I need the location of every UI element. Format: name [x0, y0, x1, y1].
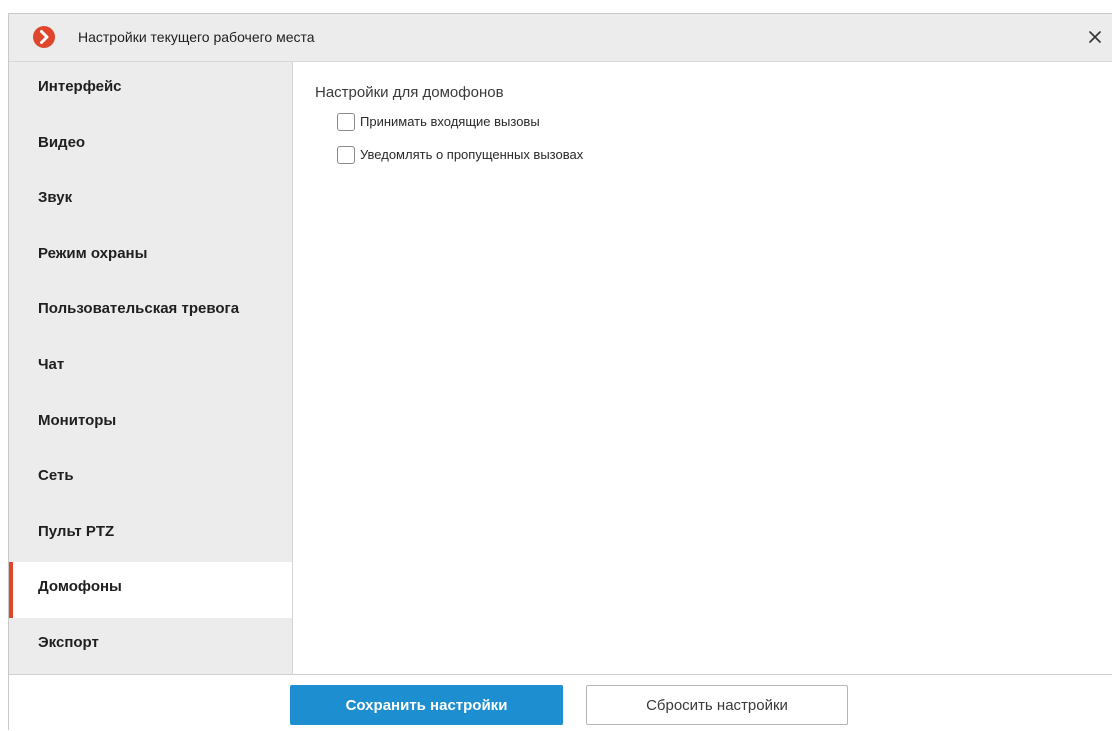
sidebar-item-label: Экспорт — [38, 633, 99, 651]
sidebar-item-video[interactable]: Видео — [9, 118, 292, 174]
sidebar-item-intercoms[interactable]: Домофоны — [9, 562, 292, 618]
sidebar-item-chat[interactable]: Чат — [9, 340, 292, 396]
accept-incoming-calls-checkbox[interactable] — [337, 113, 355, 131]
sidebar-item-security-mode[interactable]: Режим охраны — [9, 229, 292, 285]
sidebar-item-label: Пользовательская тревога — [38, 300, 240, 318]
title-bar: Настройки текущего рабочего места — [9, 14, 1112, 62]
save-settings-button[interactable]: Сохранить настройки — [290, 685, 563, 725]
sidebar-item-label: Видео — [38, 133, 86, 151]
window-title: Настройки текущего рабочего места — [78, 29, 315, 45]
settings-content: Настройки для домофонов Принимать входящ… — [293, 62, 1112, 674]
checkbox-label: Уведомлять о пропущенных вызовах — [360, 147, 584, 162]
sidebar-item-export[interactable]: Экспорт — [9, 618, 292, 674]
notify-missed-calls-checkbox[interactable] — [337, 146, 355, 164]
sidebar-item-network[interactable]: Сеть — [9, 451, 292, 507]
sidebar-item-label: Чат — [38, 355, 65, 373]
settings-dialog: Настройки текущего рабочего места Интерф… — [8, 13, 1112, 731]
dialog-footer: Сохранить настройки Сбросить настройки — [9, 674, 1112, 731]
section-title: Настройки для домофонов — [315, 84, 504, 101]
app-logo-icon — [32, 25, 56, 49]
close-icon — [1089, 31, 1101, 43]
sidebar-item-label: Домофоны — [38, 578, 122, 596]
sidebar-item-label: Режим охраны — [38, 244, 148, 262]
sidebar-item-sound[interactable]: Звук — [9, 173, 292, 229]
sidebar-item-ptz[interactable]: Пульт PTZ — [9, 507, 292, 563]
accept-incoming-calls-option[interactable]: Принимать входящие вызовы — [337, 113, 540, 131]
settings-sidebar: Интерфейс Видео Звук Режим охраны Пользо… — [9, 62, 293, 674]
checkbox-label: Принимать входящие вызовы — [360, 114, 540, 129]
sidebar-item-interface[interactable]: Интерфейс — [9, 62, 292, 118]
sidebar-item-monitors[interactable]: Мониторы — [9, 396, 292, 452]
sidebar-item-label: Звук — [38, 189, 73, 207]
sidebar-item-label: Сеть — [38, 467, 74, 485]
sidebar-item-label: Интерфейс — [38, 78, 122, 95]
close-button[interactable] — [1084, 26, 1106, 48]
sidebar-item-label: Мониторы — [38, 411, 117, 429]
sidebar-item-label: Пульт PTZ — [38, 522, 115, 540]
notify-missed-calls-option[interactable]: Уведомлять о пропущенных вызовах — [337, 146, 583, 164]
sidebar-item-user-alarm[interactable]: Пользовательская тревога — [9, 284, 292, 340]
reset-settings-button[interactable]: Сбросить настройки — [586, 685, 848, 725]
